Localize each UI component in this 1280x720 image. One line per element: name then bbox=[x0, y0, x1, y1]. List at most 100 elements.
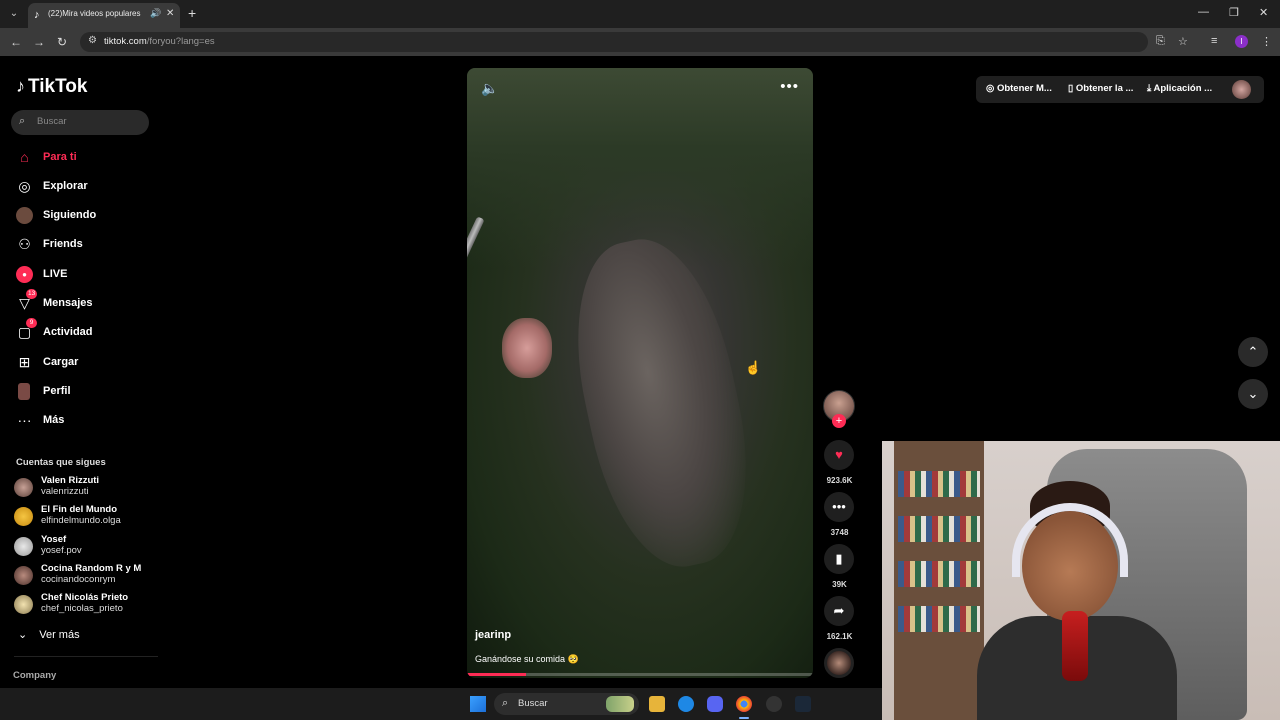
windows-start-icon[interactable] bbox=[470, 696, 486, 712]
nav-label: Siguiendo bbox=[43, 209, 97, 221]
obs-icon[interactable] bbox=[766, 696, 782, 712]
next-video-button[interactable]: ⌄ bbox=[1238, 379, 1268, 409]
video-frame-hand bbox=[502, 318, 552, 378]
file-explorer-icon[interactable] bbox=[649, 696, 665, 712]
browser-profile-avatar[interactable]: I bbox=[1235, 35, 1248, 48]
tiktok-favicon-icon: ♪ bbox=[34, 9, 40, 21]
avatar bbox=[14, 537, 33, 556]
tab-search-icon[interactable]: ⌄ bbox=[6, 6, 22, 22]
video-author[interactable]: jearinp bbox=[475, 629, 511, 641]
nav-label: Friends bbox=[43, 238, 83, 250]
see-more-label: Ver más bbox=[39, 629, 80, 641]
live-icon: ● bbox=[16, 266, 33, 283]
edge-icon[interactable] bbox=[678, 696, 694, 712]
browser-menu-icon[interactable]: ⋮ bbox=[1261, 35, 1272, 48]
heart-icon: ♥ bbox=[824, 440, 854, 470]
window-close-icon[interactable]: ✕ bbox=[1259, 6, 1268, 19]
tiktok-note-icon: ♪ bbox=[16, 76, 25, 96]
nav-item-live[interactable]: ● LIVE bbox=[16, 264, 156, 286]
webcam-books bbox=[898, 471, 980, 497]
taskbar-search[interactable]: ⌕ Buscar bbox=[494, 693, 639, 715]
more-options-icon[interactable]: ••• bbox=[780, 78, 799, 95]
search-highlight-image bbox=[606, 696, 634, 712]
account-handle: valenrizzuti bbox=[41, 486, 89, 497]
music-disc[interactable] bbox=[824, 648, 854, 678]
chrome-icon[interactable] bbox=[736, 696, 752, 712]
following-account[interactable]: Cocina Random R y M cocinandoconrym bbox=[14, 563, 154, 589]
nav-item-siguiendo[interactable]: Siguiendo bbox=[16, 205, 156, 227]
avatar bbox=[14, 507, 33, 526]
nav-item-mensajes[interactable]: ▽ 13 Mensajes bbox=[16, 289, 156, 315]
account-handle: cocinandoconrym bbox=[41, 574, 116, 585]
nav-label: Mensajes bbox=[43, 297, 93, 309]
nav-item-perfil[interactable]: Perfil bbox=[16, 381, 156, 403]
back-icon[interactable]: ← bbox=[10, 35, 22, 49]
tab-audio-icon[interactable]: 🔊 bbox=[150, 8, 161, 19]
bookmark-star-icon[interactable]: ☆ bbox=[1178, 35, 1188, 48]
following-account[interactable]: El Fin del Mundo elfindelmundo.olga bbox=[14, 504, 154, 530]
tiktok-logo[interactable]: ♪ TikTok bbox=[16, 76, 87, 98]
site-info-icon[interactable]: ⚙ bbox=[88, 35, 97, 46]
get-coins-button[interactable]: ◎ Obtener M... bbox=[986, 83, 1052, 94]
nav-item-cargar[interactable]: ⊞ Cargar bbox=[16, 352, 156, 374]
previous-video-button[interactable]: ⌃ bbox=[1238, 337, 1268, 367]
nav-label: LIVE bbox=[43, 268, 68, 280]
browser-tab-bar: ⌄ ♪ (22)Mira videos populares 🔊 ✕ + — ❐ … bbox=[0, 0, 1280, 28]
account-name: Yosef bbox=[41, 534, 67, 545]
get-app-button[interactable]: ▯ Obtener la ... bbox=[1068, 83, 1133, 94]
nav-item-friends[interactable]: ⚇ Friends bbox=[16, 234, 156, 256]
following-title: Cuentas que sigues bbox=[16, 457, 106, 468]
volume-icon[interactable]: 🔈 bbox=[481, 80, 498, 97]
share-button[interactable]: ➦ 162.1K bbox=[824, 596, 855, 641]
account-handle: yosef.pov bbox=[41, 545, 82, 556]
media-control-icon[interactable]: ≡ bbox=[1211, 35, 1217, 47]
url-field[interactable]: ⚙ tiktok.com/foryou?lang=es bbox=[80, 32, 1148, 52]
nav-item-mas[interactable]: ··· Más bbox=[16, 410, 156, 432]
browser-tab[interactable]: ♪ (22)Mira videos populares 🔊 ✕ bbox=[28, 3, 180, 28]
user-avatar[interactable] bbox=[1232, 80, 1251, 99]
url-host: tiktok.com bbox=[104, 36, 147, 47]
like-button[interactable]: ♥ 923.6K bbox=[824, 440, 855, 485]
webcam-microphone bbox=[1062, 611, 1088, 681]
new-tab-icon[interactable]: + bbox=[188, 5, 196, 21]
discord-icon[interactable] bbox=[707, 696, 723, 712]
bookmark-icon: ▮ bbox=[824, 544, 854, 574]
avatar bbox=[14, 595, 33, 614]
url-text: tiktok.com/foryou?lang=es bbox=[104, 36, 215, 47]
share-count: 162.1K bbox=[826, 632, 853, 641]
active-app-indicator bbox=[739, 717, 749, 719]
tab-close-icon[interactable]: ✕ bbox=[166, 8, 174, 19]
video-progress-bar[interactable] bbox=[467, 673, 813, 676]
save-button[interactable]: ▮ 39K bbox=[824, 544, 855, 589]
nav-item-explorar[interactable]: ◎ Explorar bbox=[16, 176, 156, 198]
search-input[interactable]: ⌕ Buscar bbox=[11, 110, 149, 135]
nav-item-actividad[interactable]: ▢ 9 Actividad bbox=[16, 318, 156, 344]
steam-icon[interactable] bbox=[795, 696, 811, 712]
avatar-icon bbox=[16, 207, 33, 224]
following-account[interactable]: Chef Nicolás Prieto chef_nicolas_prieto bbox=[14, 592, 154, 618]
video-frame-foliage bbox=[467, 68, 813, 268]
chevron-down-icon: ⌄ bbox=[1247, 386, 1259, 401]
comment-count: 3748 bbox=[830, 528, 849, 537]
minimize-icon[interactable]: — bbox=[1198, 6, 1209, 18]
account-name: Cocina Random R y M bbox=[41, 563, 142, 574]
reload-icon[interactable]: ↻ bbox=[57, 35, 67, 49]
see-more-button[interactable]: ⌄ Ver más bbox=[18, 628, 80, 641]
restore-icon[interactable]: ❐ bbox=[1229, 6, 1239, 19]
get-coins-label: Obtener M... bbox=[996, 83, 1052, 94]
nav-label: Más bbox=[43, 414, 65, 426]
install-app-icon[interactable]: ⎘ bbox=[1156, 35, 1165, 48]
nav-label: Actividad bbox=[43, 326, 93, 338]
get-app-label: Obtener la ... bbox=[1075, 83, 1134, 94]
video-caption: Ganándose su comida 🥺 bbox=[475, 654, 579, 664]
following-account[interactable]: Yosef yosef.pov bbox=[14, 534, 154, 560]
video-player[interactable]: 🔈 ••• jearinp Ganándose su comida 🥺 ☝ bbox=[467, 68, 813, 678]
comment-button[interactable]: ••• 3748 bbox=[824, 492, 855, 537]
company-link[interactable]: Company bbox=[13, 670, 56, 681]
forward-icon[interactable]: → bbox=[33, 35, 45, 49]
account-name: Valen Rizzuti bbox=[41, 475, 100, 486]
following-account[interactable]: Valen Rizzuti valenrizzuti bbox=[14, 475, 154, 501]
download-app-button[interactable]: ⤓ Aplicación ... bbox=[1147, 83, 1212, 94]
follow-plus-icon[interactable]: + bbox=[832, 414, 846, 428]
nav-item-para-ti[interactable]: ⌂ Para ti bbox=[16, 147, 156, 169]
